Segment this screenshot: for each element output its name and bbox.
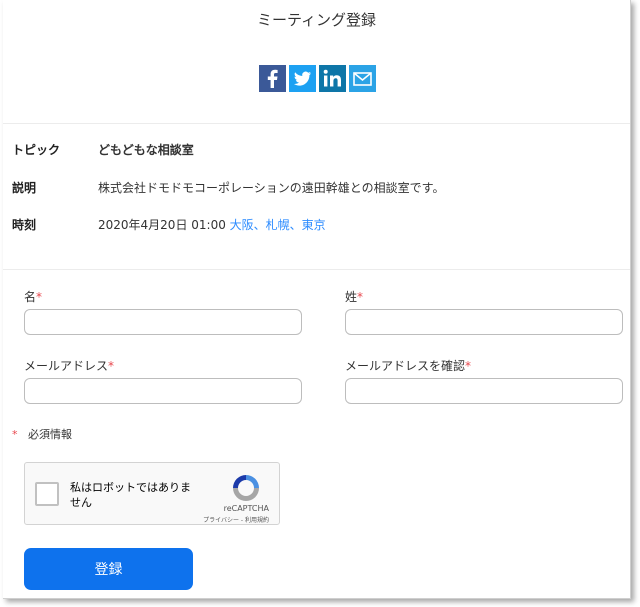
linkedin-icon[interactable] — [319, 65, 346, 92]
last-name-input[interactable] — [345, 309, 623, 335]
email-label: メールアドレス* — [24, 359, 115, 373]
recaptcha-checkbox[interactable] — [35, 482, 59, 506]
recaptcha-label: 私はロボットではありません — [70, 481, 191, 509]
time-row: 時刻 2020年4月20日 01:00 大阪、札幌、東京 — [12, 216, 326, 233]
first-name-input[interactable] — [24, 309, 302, 335]
description-value: 株式会社ドモドモコーポレーションの遠田幹雄との相談室です。 — [98, 181, 445, 195]
timezone-link[interactable]: 大阪、札幌、東京 — [230, 218, 326, 232]
facebook-icon[interactable] — [259, 65, 286, 92]
time-value: 2020年4月20日 01:00 大阪、札幌、東京 — [98, 216, 326, 233]
topic-label: トピック — [12, 143, 61, 157]
share-bar — [259, 65, 376, 92]
topic-value: どもどもな相談室 — [98, 143, 194, 157]
divider — [3, 123, 630, 124]
page-title: ミーティング登録 — [256, 11, 377, 29]
first-name-label: 名* — [24, 290, 43, 304]
register-button[interactable]: 登録 — [24, 548, 193, 590]
description-label: 説明 — [12, 181, 37, 195]
recaptcha-brand: reCAPTCHA — [223, 504, 269, 513]
last-name-label: 姓* — [345, 290, 364, 304]
divider — [3, 269, 630, 270]
meeting-time: 2020年4月20日 01:00 — [98, 218, 226, 232]
email-confirm-label: メールアドレスを確認* — [345, 359, 472, 373]
time-label: 時刻 — [12, 218, 37, 232]
twitter-icon[interactable] — [289, 65, 316, 92]
recaptcha-icon — [230, 472, 262, 508]
topic-row: トピック どもどもな相談室 — [12, 141, 194, 158]
email-input[interactable] — [24, 378, 302, 404]
description-row: 説明 株式会社ドモドモコーポレーションの遠田幹雄との相談室です。 — [12, 179, 444, 196]
email-confirm-input[interactable] — [345, 378, 623, 404]
recaptcha-links[interactable]: プライバシー - 利用規約 — [203, 515, 269, 524]
recaptcha-widget: 私はロボットではありません reCAPTCHA プライバシー - 利用規約 — [24, 462, 280, 525]
registration-card: ミーティング登録 トピック どもどもな相談室 説明 株式会社ドモドモコーポレーシ… — [3, 0, 631, 599]
required-note: * 必須情報 — [12, 428, 72, 441]
mail-icon[interactable] — [349, 65, 376, 92]
